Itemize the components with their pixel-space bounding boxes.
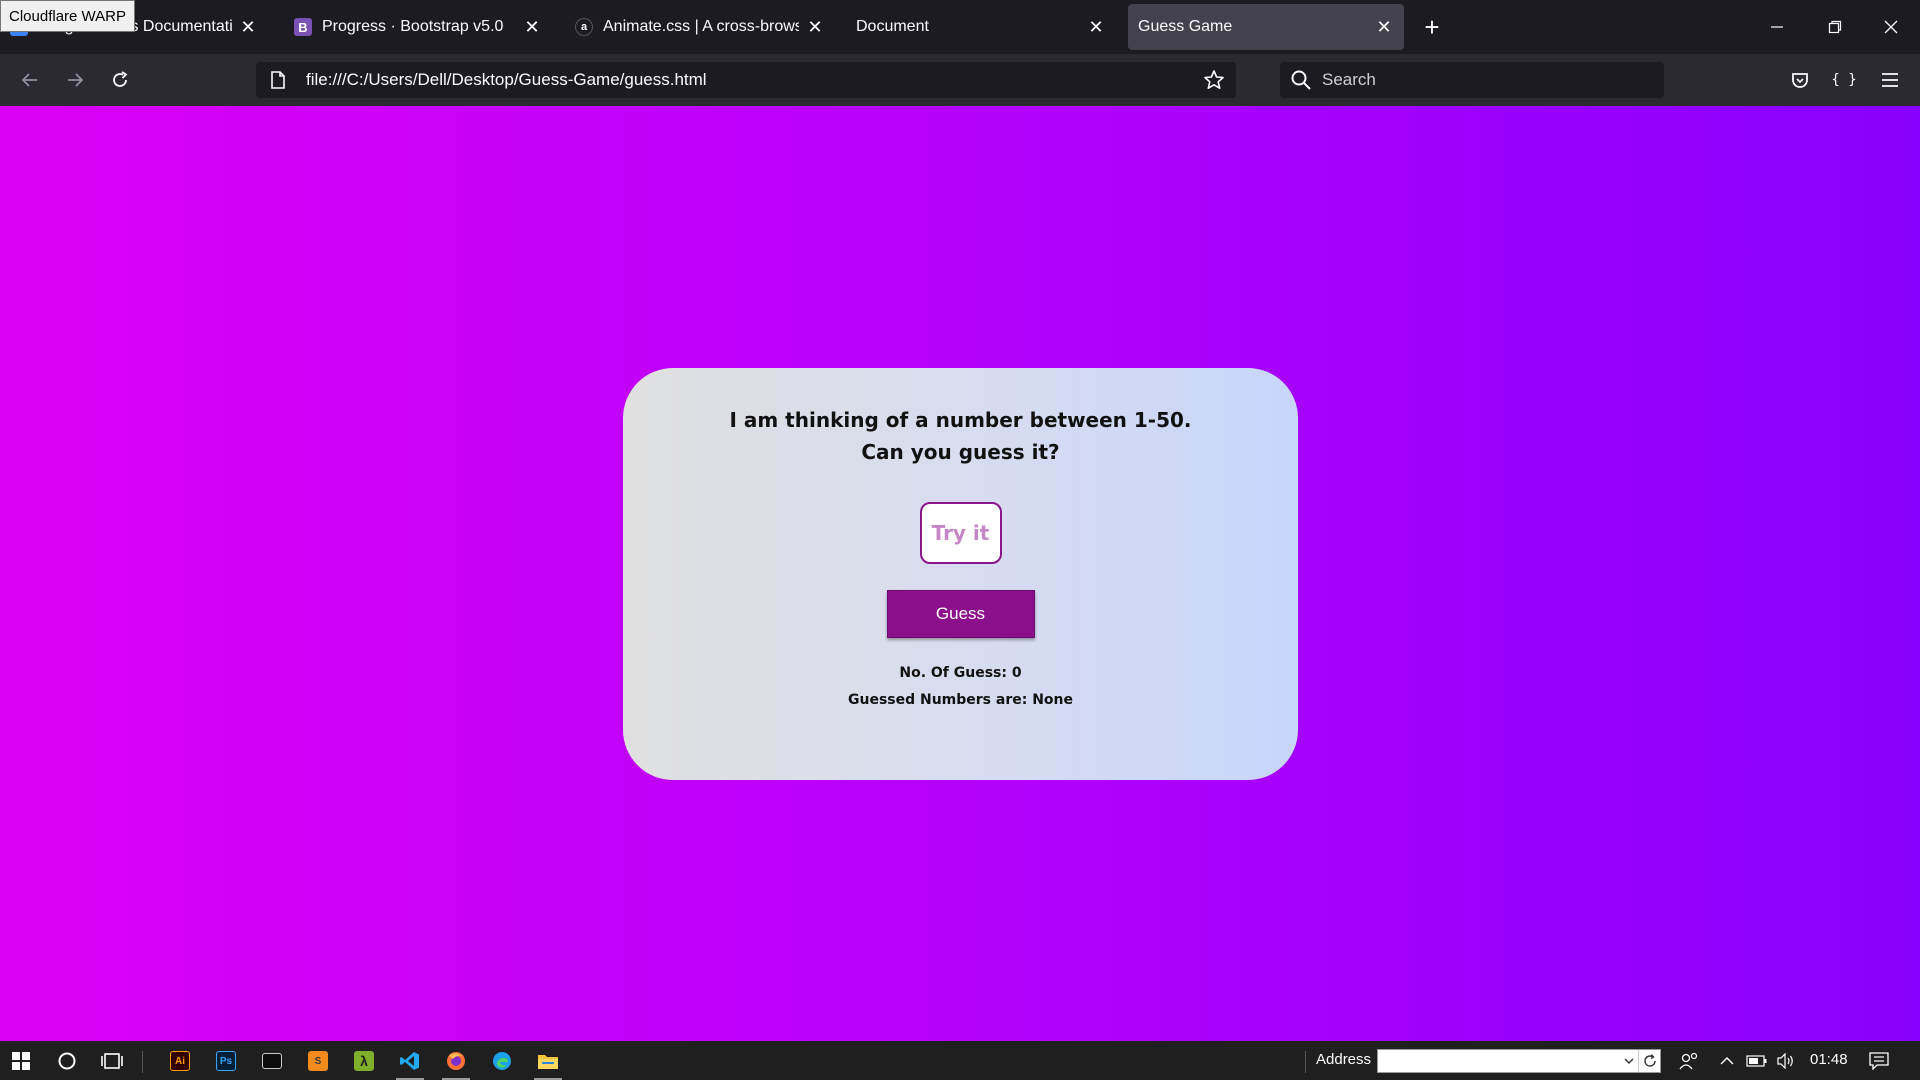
new-tab-button[interactable]: +: [1418, 12, 1446, 42]
search-icon: [1291, 70, 1311, 90]
url-text[interactable]: file:///C:/Users/Dell/Desktop/Guess-Game…: [306, 70, 1198, 90]
action-center-icon[interactable]: [1866, 1049, 1892, 1073]
prompt-line-1: I am thinking of a number between 1-50.: [729, 408, 1192, 432]
search-input[interactable]: [1322, 70, 1664, 90]
address-toolbar-input[interactable]: [1377, 1049, 1661, 1073]
extension-braces-icon[interactable]: { }: [1828, 64, 1860, 96]
tab-document[interactable]: Document ✕: [846, 4, 1116, 50]
tab-title: Progress · Bootstrap v5.0: [322, 18, 504, 35]
battery-icon[interactable]: [1744, 1049, 1770, 1073]
pocket-icon[interactable]: [1784, 64, 1816, 96]
close-tab-icon[interactable]: ✕: [522, 17, 542, 37]
prompt-line-2: Can you guess it?: [861, 440, 1060, 464]
tab-title: Animate.css | A cross-browser li: [603, 18, 799, 35]
chevron-up-icon[interactable]: [1714, 1049, 1740, 1073]
guess-input[interactable]: [919, 502, 1002, 564]
tab-animate-css[interactable]: a Animate.css | A cross-browser li ✕: [565, 4, 835, 50]
illustrator-icon[interactable]: Ai: [163, 1045, 197, 1077]
reload-icon[interactable]: [104, 64, 136, 96]
address-toolbar-label: Address: [1316, 1051, 1372, 1068]
windows-start-icon[interactable]: [4, 1045, 38, 1077]
cortana-icon[interactable]: [50, 1045, 84, 1077]
navigation-bar: file:///C:/Users/Dell/Desktop/Guess-Game…: [0, 54, 1920, 106]
animate-favicon-icon: a: [575, 18, 593, 36]
task-view-icon[interactable]: [95, 1045, 129, 1077]
search-bar[interactable]: [1280, 62, 1664, 98]
taskbar-separator: [142, 1051, 143, 1073]
close-tab-icon[interactable]: ✕: [1086, 17, 1106, 37]
close-tab-icon[interactable]: ✕: [1374, 17, 1394, 37]
page-content: I am thinking of a number between 1-50. …: [0, 106, 1920, 1041]
tab-title: Document: [856, 18, 929, 35]
lambda-app-icon[interactable]: λ: [347, 1045, 381, 1077]
edge-icon[interactable]: [485, 1045, 519, 1077]
vscode-icon[interactable]: [393, 1045, 427, 1080]
forward-icon[interactable]: [59, 64, 91, 96]
page-icon: [271, 71, 285, 89]
guess-button[interactable]: Guess: [886, 590, 1035, 638]
close-tab-icon[interactable]: ✕: [238, 17, 258, 37]
tab-bootstrap-progress[interactable]: B Progress · Bootstrap v5.0 ✕: [284, 4, 552, 50]
address-bar[interactable]: file:///C:/Users/Dell/Desktop/Guess-Game…: [256, 62, 1236, 98]
bootstrap-favicon-icon: B: [294, 18, 312, 36]
restore-icon[interactable]: [1818, 10, 1852, 44]
menu-icon[interactable]: [1874, 64, 1906, 96]
photoshop-icon[interactable]: Ps: [209, 1045, 243, 1077]
tab-strip: ImageKit.io.ss Documentation ✕ B Progres…: [0, 0, 1920, 54]
tab-guess-game[interactable]: Guess Game ✕: [1128, 4, 1404, 50]
game-stats: No. Of Guess: 0 Guessed Numbers are: Non…: [623, 660, 1298, 714]
tab-title: Guess Game: [1138, 18, 1233, 35]
cloudflare-warp-tooltip: Cloudflare WARP: [0, 0, 135, 32]
chevron-down-icon[interactable]: [1620, 1057, 1638, 1065]
guess-count: No. Of Guess: 0: [899, 665, 1022, 681]
taskbar-separator: [1305, 1051, 1306, 1073]
sublime-text-icon[interactable]: S: [301, 1045, 335, 1077]
volume-icon[interactable]: [1774, 1049, 1800, 1073]
taskbar: Ai Ps S λ Address 01:48: [0, 1041, 1920, 1080]
people-icon[interactable]: [1676, 1049, 1702, 1073]
firefox-icon[interactable]: [439, 1045, 473, 1080]
bookmark-star-icon[interactable]: [1198, 64, 1230, 96]
back-icon[interactable]: [14, 64, 46, 96]
close-tab-icon[interactable]: ✕: [805, 17, 825, 37]
close-window-icon[interactable]: [1874, 10, 1908, 44]
game-card: I am thinking of a number between 1-50. …: [623, 368, 1298, 780]
system-clock[interactable]: 01:48: [1810, 1051, 1848, 1068]
terminal-icon[interactable]: [255, 1045, 289, 1077]
go-refresh-icon[interactable]: [1638, 1050, 1660, 1072]
minimize-icon[interactable]: [1760, 10, 1794, 44]
game-prompt: I am thinking of a number between 1-50. …: [623, 404, 1298, 468]
guessed-numbers: Guessed Numbers are: None: [847, 692, 1074, 708]
file-explorer-icon[interactable]: [531, 1045, 565, 1080]
